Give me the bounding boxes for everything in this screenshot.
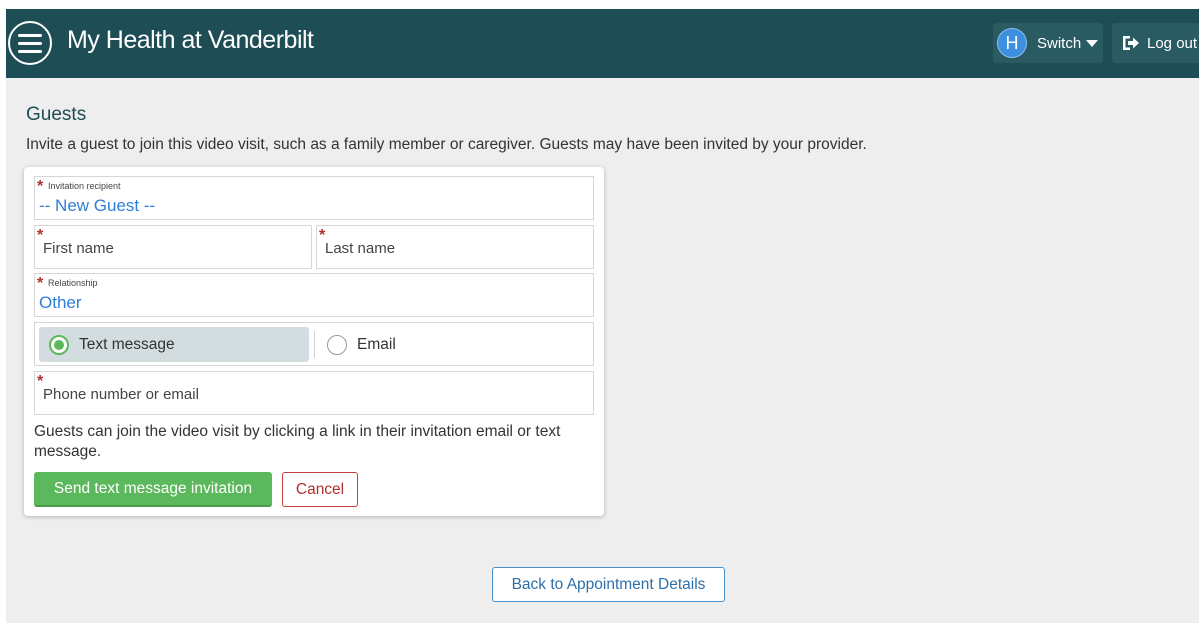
first-name-placeholder: First name — [43, 240, 114, 257]
required-marker: * — [37, 275, 44, 292]
top-header: My Health at Vanderbilt H Switch Log out — [6, 9, 1199, 78]
first-name-field[interactable]: * First name — [34, 225, 312, 269]
phone-or-email-field[interactable]: * Phone number or email — [34, 371, 594, 415]
last-name-field[interactable]: * Last name — [316, 225, 594, 269]
app-window: My Health at Vanderbilt H Switch Log out… — [6, 9, 1199, 623]
send-invitation-button[interactable]: Send text message invitation — [34, 472, 272, 507]
invitation-recipient-value: -- New Guest -- — [39, 196, 156, 215]
cancel-button[interactable]: Cancel — [282, 472, 358, 507]
text-message-label: Text message — [79, 335, 175, 353]
help-text: Guests can join the video visit by click… — [34, 423, 561, 460]
logout-label: Log out — [1147, 34, 1198, 52]
switch-account-button[interactable]: H Switch — [993, 23, 1103, 63]
logout-button[interactable]: Log out — [1112, 23, 1199, 63]
relationship-label: Relationship — [48, 278, 98, 288]
divider — [314, 331, 315, 358]
required-marker: * — [37, 178, 44, 195]
avatar: H — [997, 28, 1027, 58]
email-option[interactable]: Email — [323, 327, 583, 362]
invitation-recipient-select[interactable]: * Invitation recipient -- New Guest -- — [34, 176, 594, 220]
switch-label: Switch — [1037, 34, 1082, 52]
email-label: Email — [357, 335, 396, 353]
hamburger-menu-icon[interactable] — [8, 21, 52, 65]
caret-down-icon — [1086, 39, 1099, 47]
text-message-option[interactable]: Text message — [39, 327, 309, 362]
invite-guest-card: * Invitation recipient -- New Guest -- *… — [24, 167, 604, 516]
relationship-select[interactable]: * Relationship Other — [34, 273, 594, 317]
phone-or-email-placeholder: Phone number or email — [43, 386, 199, 403]
last-name-placeholder: Last name — [325, 240, 396, 257]
relationship-value: Other — [39, 293, 82, 312]
logout-icon — [1123, 36, 1139, 50]
radio-checked-icon — [49, 334, 69, 355]
radio-unchecked-icon — [327, 334, 347, 355]
page-description: Invite a guest to join this video visit,… — [26, 136, 867, 153]
app-title: My Health at Vanderbilt — [67, 26, 314, 54]
back-to-appointment-button[interactable]: Back to Appointment Details — [492, 567, 725, 602]
delivery-method-group: Text message Email — [34, 322, 594, 366]
invitation-recipient-label: Invitation recipient — [48, 181, 121, 191]
page-title: Guests — [26, 104, 87, 125]
